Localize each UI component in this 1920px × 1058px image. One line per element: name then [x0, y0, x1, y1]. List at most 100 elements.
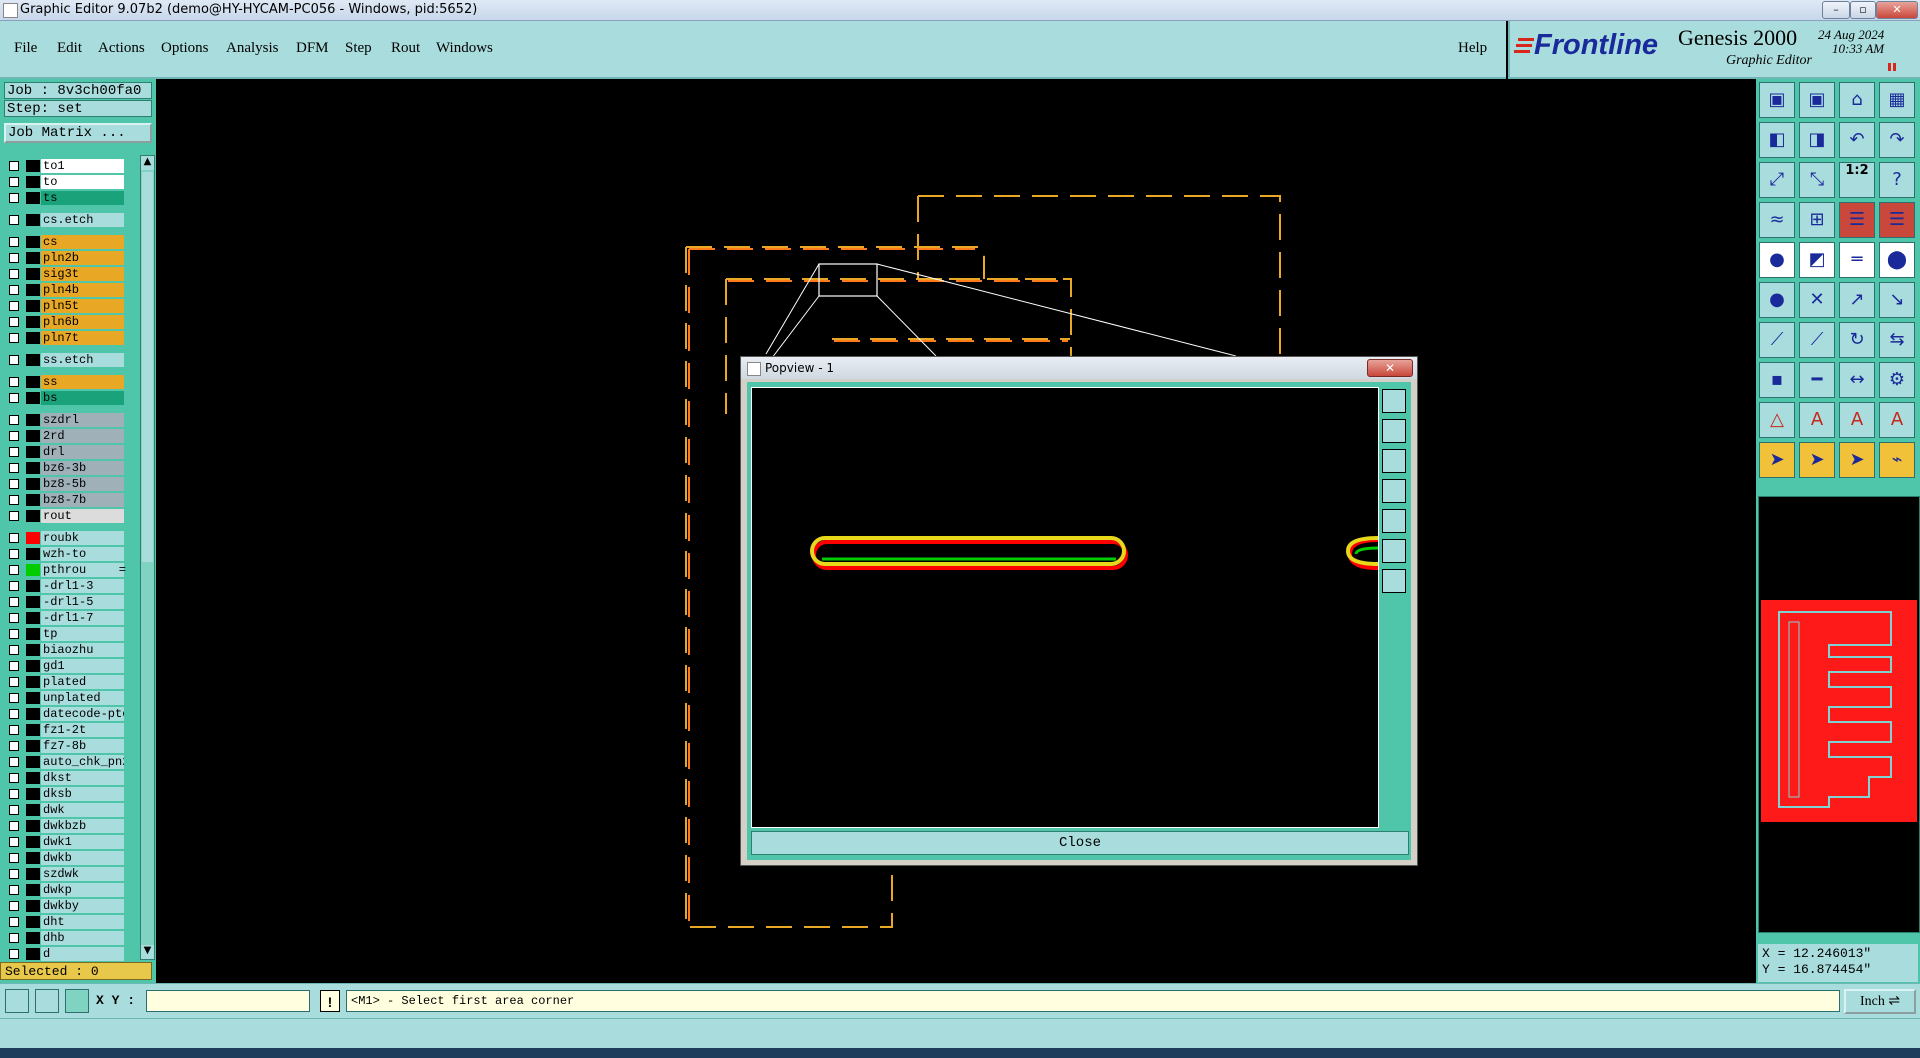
a-bar-icon[interactable]: A	[1839, 402, 1875, 438]
layer-row[interactable]: biaozhu	[4, 643, 124, 657]
layer-row[interactable]: to1	[4, 159, 124, 173]
layer-row[interactable]: cs.etch	[4, 213, 124, 227]
popview-close-button[interactable]: Close	[751, 831, 1409, 855]
popview-pan-down-icon[interactable]	[1382, 449, 1406, 473]
layer-checkbox[interactable]	[9, 495, 19, 505]
redo-view-icon[interactable]: ↷	[1879, 122, 1915, 158]
layer-row[interactable]: dwk1	[4, 835, 124, 849]
layer-row[interactable]: -drl1-3	[4, 579, 124, 593]
layer-checkbox[interactable]	[9, 821, 19, 831]
layer-row[interactable]: rout	[4, 509, 124, 523]
layer-checkbox[interactable]	[9, 773, 19, 783]
a-icon[interactable]: A	[1799, 402, 1835, 438]
layer-row[interactable]: pln4b	[4, 283, 124, 297]
layer-checkbox[interactable]	[9, 789, 19, 799]
layout-icon[interactable]: ▦	[1879, 82, 1915, 118]
popview-zoom-window-icon[interactable]	[1382, 389, 1406, 413]
alert-button[interactable]: !	[320, 990, 340, 1012]
menu-options[interactable]: Options	[161, 40, 209, 57]
menu-edit[interactable]: Edit	[57, 40, 82, 57]
layer-row[interactable]: pln6b	[4, 315, 124, 329]
layer-row[interactable]: d	[4, 947, 124, 961]
draw-line-icon[interactable]: ⟋	[1759, 322, 1795, 358]
layer-row[interactable]: bz8-5b	[4, 477, 124, 491]
help-icon[interactable]: ?	[1879, 162, 1915, 198]
layer-checkbox[interactable]	[9, 917, 19, 927]
layer-row[interactable]: plated	[4, 675, 124, 689]
popview-zoom-in-icon[interactable]	[1382, 539, 1406, 563]
layer-row[interactable]: bz6-3b	[4, 461, 124, 475]
layer-row[interactable]: dht	[4, 915, 124, 929]
layer-checkbox[interactable]	[9, 215, 19, 225]
layer-checkbox[interactable]	[9, 677, 19, 687]
draw-arc-icon[interactable]: ⟋	[1799, 322, 1835, 358]
grid-icon[interactable]: ⊞	[1799, 202, 1835, 238]
menu-step[interactable]: Step	[345, 40, 372, 57]
home-icon[interactable]: ⌂	[1839, 82, 1875, 118]
mirror-icon[interactable]: ⇆	[1879, 322, 1915, 358]
layer-row[interactable]: wzh-to	[4, 547, 124, 561]
layer-checkbox[interactable]	[9, 885, 19, 895]
layer-checkbox[interactable]	[9, 301, 19, 311]
pad-icon[interactable]: ●	[1759, 242, 1795, 278]
grid-mode-icon[interactable]	[65, 989, 89, 1013]
delete-node-icon[interactable]: ✕	[1799, 282, 1835, 318]
layer-checkbox[interactable]	[9, 565, 19, 575]
layer-row[interactable]: -drl1-7	[4, 611, 124, 625]
circle-icon[interactable]: ⬤	[1879, 242, 1915, 278]
layer-row[interactable]: pln7t	[4, 331, 124, 345]
popview-pan-up-icon[interactable]	[1382, 419, 1406, 443]
settings-icon[interactable]: ⚙	[1879, 362, 1915, 398]
layer-checkbox[interactable]	[9, 333, 19, 343]
layer-row[interactable]: gd1	[4, 659, 124, 673]
units-selector[interactable]: Inch ⇌	[1844, 989, 1916, 1014]
minimize-button[interactable]: –	[1822, 1, 1850, 19]
layer-row[interactable]: cs	[4, 235, 124, 249]
layer-checkbox[interactable]	[9, 757, 19, 767]
layer-row[interactable]: pln5t	[4, 299, 124, 313]
menu-analysis[interactable]: Analysis	[226, 40, 279, 57]
layer-checkbox[interactable]	[9, 597, 19, 607]
layer-row[interactable]: pthrou =	[4, 563, 126, 577]
select-area-icon[interactable]: ➤	[1839, 442, 1875, 478]
overview-minimap[interactable]	[1758, 496, 1920, 933]
select-icon[interactable]: ➤	[1759, 442, 1795, 478]
layer-checkbox[interactable]	[9, 463, 19, 473]
line-icon[interactable]: ◩	[1799, 242, 1835, 278]
layer-row[interactable]: dhb	[4, 931, 124, 945]
popview-zoom-out-icon[interactable]	[1382, 569, 1406, 593]
layer-row[interactable]: sig3t	[4, 267, 124, 281]
job-matrix-button[interactable]: Job Matrix ...	[4, 123, 152, 143]
ruler-icon[interactable]: ═	[1839, 242, 1875, 278]
undo-view-icon[interactable]: ↶	[1839, 122, 1875, 158]
layer-checkbox[interactable]	[9, 533, 19, 543]
layer-checkbox[interactable]	[9, 933, 19, 943]
layer-checkbox[interactable]	[9, 549, 19, 559]
layer-checkbox[interactable]	[9, 853, 19, 863]
layer-row[interactable]: unplated	[4, 691, 124, 705]
layer-row[interactable]: tp	[4, 627, 124, 641]
layer-checkbox[interactable]	[9, 161, 19, 171]
layer-row[interactable]: szdwk	[4, 867, 124, 881]
save-icon[interactable]: ▣	[1799, 82, 1835, 118]
layer-checkbox[interactable]	[9, 285, 19, 295]
popview-close-x-button[interactable]: ✕	[1367, 359, 1413, 377]
layer-row[interactable]: fz7-8b	[4, 739, 124, 753]
layer-checkbox[interactable]	[9, 511, 19, 521]
popview-canvas[interactable]	[751, 387, 1379, 828]
snap-mode-icon[interactable]	[5, 989, 29, 1013]
layer-config-icon[interactable]: ☰	[1879, 202, 1915, 238]
layer-checkbox[interactable]	[9, 837, 19, 847]
scroll-up-icon[interactable]: ▲	[141, 156, 154, 170]
popview-pan-right-icon[interactable]	[1382, 509, 1406, 533]
layer-row[interactable]: pln2b	[4, 251, 124, 265]
layer-row[interactable]: fz1-2t	[4, 723, 124, 737]
layer-checkbox[interactable]	[9, 725, 19, 735]
zoom-fit-icon[interactable]: ⤢	[1759, 162, 1795, 198]
layer-row[interactable]: dkst	[4, 771, 124, 785]
layer-checkbox[interactable]	[9, 447, 19, 457]
layer-row[interactable]: dksb	[4, 787, 124, 801]
layer-checkbox[interactable]	[9, 269, 19, 279]
layer-checkbox[interactable]	[9, 629, 19, 639]
layer-row[interactable]: roubk	[4, 531, 124, 545]
